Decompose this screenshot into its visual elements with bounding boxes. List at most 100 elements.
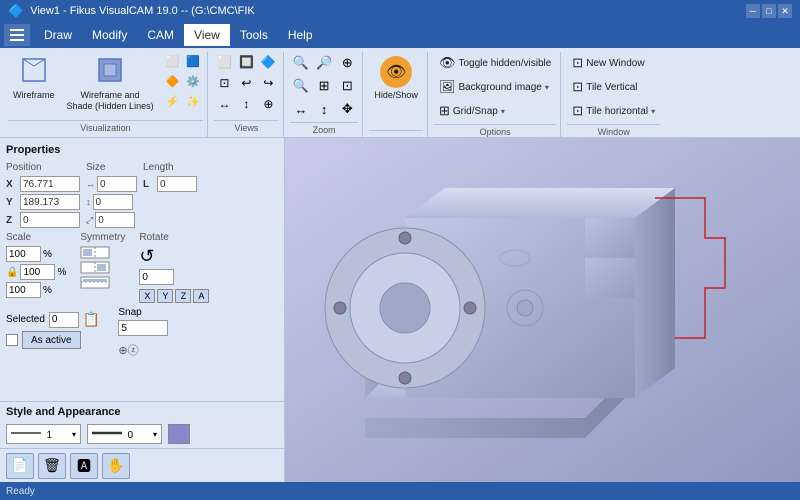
y-rotate-button[interactable]: Y [157, 289, 173, 303]
zoom-btn-1[interactable]: 🔍 [290, 52, 312, 74]
zoom-btn-9[interactable]: ✥ [336, 98, 358, 120]
toggle-hidden-button[interactable]: 👁 Toggle hidden/visible [434, 52, 556, 74]
scale-2-input[interactable] [20, 264, 55, 280]
sym-icon-1[interactable] [80, 246, 125, 259]
text-button[interactable]: 🅰 [70, 453, 98, 479]
new-document-button[interactable]: 📄 [6, 453, 34, 479]
wireframe-button[interactable]: Wireframe [8, 52, 60, 104]
line-style-2-arrow: ▾ [153, 430, 157, 439]
view-btn-8[interactable]: ↕ [236, 94, 257, 114]
clipboard-icon[interactable]: 📋 [83, 311, 100, 328]
scale-1-field: % [6, 246, 66, 262]
size-z-arrow: ⤢ [86, 215, 93, 226]
position-x-input[interactable] [20, 176, 80, 192]
viz-btn-5[interactable]: ⚡ [163, 92, 183, 111]
size-y-input[interactable] [93, 194, 133, 210]
new-window-label: New Window [586, 58, 644, 69]
viz-btn-6[interactable]: ✨ [183, 92, 203, 111]
visualization-content: Wireframe Wireframe andShade (Hidden Lin… [8, 52, 203, 120]
left-panel: Properties Position X Y Z [0, 138, 285, 482]
zoom-label: Zoom [290, 122, 359, 137]
sym-icon-2[interactable] [80, 261, 125, 274]
active-checkbox[interactable] [6, 334, 18, 346]
view-btn-9[interactable]: ⊕ [258, 94, 279, 114]
view-btn-2[interactable]: 🔲 [236, 52, 257, 72]
zoom-btn-4[interactable]: 🔍 [290, 75, 312, 97]
close-button[interactable]: ✕ [778, 4, 792, 18]
tile-horizontal-button[interactable]: ⊡ Tile horizontal ▾ [567, 100, 660, 122]
title-bar: 🔷 View1 - Fikus VisualCAM 19.0 -- (G:\CM… [0, 0, 800, 22]
size-z-input[interactable] [95, 212, 135, 228]
options-label: Options [434, 124, 556, 139]
view-btn-5[interactable]: ↩ [236, 73, 257, 93]
zoom-btn-2[interactable]: 🔎 [313, 52, 335, 74]
menu-cam[interactable]: CAM [137, 24, 184, 46]
zoom-btn-5[interactable]: ⊞ [313, 75, 335, 97]
position-y-input[interactable] [20, 194, 80, 210]
size-col: Size ↔ ↕ ⤢ [86, 162, 137, 228]
menu-view[interactable]: View [184, 24, 230, 46]
viewport[interactable] [285, 138, 800, 482]
size-x-input[interactable] [97, 176, 137, 192]
position-z-input[interactable] [20, 212, 80, 228]
x-axis-label: X [6, 179, 18, 190]
zoom-btn-3[interactable]: ⊕ [336, 52, 358, 74]
snap-input[interactable] [118, 320, 168, 336]
size-x-arrow: ↔ [86, 179, 95, 189]
minimize-button[interactable]: ─ [746, 4, 760, 18]
selected-count-input[interactable] [49, 312, 79, 328]
zoom-btn-6[interactable]: ⊡ [336, 75, 358, 97]
line-style-1-value: 1 [11, 428, 52, 441]
symmetry-col: Symmetry [80, 232, 125, 289]
x-rotate-button[interactable]: X [139, 289, 155, 303]
delete-button[interactable]: 🗑 [38, 453, 66, 479]
rotate-col: Rotate ↺ X Y Z A [139, 232, 209, 303]
rotate-input[interactable] [139, 269, 174, 285]
scale-2-field: 🔒 % [6, 264, 66, 280]
l-axis-label: L [143, 179, 155, 190]
toggle-hidden-icon: 👁 [439, 55, 456, 71]
menu-help[interactable]: Help [278, 24, 323, 46]
zoom-btn-7[interactable]: ↔ [290, 98, 312, 120]
line-style-1-select[interactable]: 1 ▾ [6, 424, 81, 444]
zoom-btn-8[interactable]: ↕ [313, 98, 335, 120]
hideshow-content: 👁 Hide/Show [369, 52, 423, 130]
length-input[interactable] [157, 176, 197, 192]
viz-btn-1[interactable]: ⬜ [163, 52, 183, 71]
grid-snap-button[interactable]: ⊞ Grid/Snap ▾ [434, 100, 510, 122]
as-active-button[interactable]: As active [22, 331, 81, 349]
a-rotate-button[interactable]: A [193, 289, 209, 303]
menu-draw[interactable]: Draw [34, 24, 82, 46]
background-image-label: Background image [458, 82, 541, 93]
hamburger-menu[interactable] [4, 24, 30, 46]
viz-btn-4[interactable]: ⚙️ [183, 72, 203, 91]
new-window-button[interactable]: ⊡ New Window [567, 52, 649, 74]
views-content: ⬜ 🔲 🔷 ⊡ ↩ ↪ ↔ ↕ ⊕ [214, 52, 279, 120]
background-image-button[interactable]: 🖼 Background image ▾ [434, 76, 554, 98]
ribbon-group-window: ⊡ New Window ⊡ Tile Vertical ⊡ Tile hori… [563, 52, 664, 137]
z-rotate-button[interactable]: Z [175, 289, 191, 303]
scale-1-pct: % [43, 249, 52, 260]
maximize-button[interactable]: □ [762, 4, 776, 18]
hide-show-button[interactable]: 👁 Hide/Show [369, 52, 423, 104]
hand-button[interactable]: ✋ [102, 453, 130, 479]
viz-btn-3[interactable]: 🔶 [163, 72, 183, 91]
size-x-field: ↔ [86, 176, 137, 192]
tile-vertical-button[interactable]: ⊡ Tile Vertical [567, 76, 642, 98]
viz-btn-2[interactable]: 🟦 [183, 52, 203, 71]
menu-tools[interactable]: Tools [230, 24, 278, 46]
menu-modify[interactable]: Modify [82, 24, 137, 46]
view-btn-7[interactable]: ↔ [214, 94, 235, 114]
view-btn-1[interactable]: ⬜ [214, 52, 235, 72]
scale-1-input[interactable] [6, 246, 41, 262]
wireframe-shade-button[interactable]: Wireframe andShade (Hidden Lines) [62, 52, 159, 116]
sym-icon-3[interactable] [80, 276, 125, 289]
scale-3-input[interactable] [6, 282, 41, 298]
color-swatch[interactable] [168, 424, 190, 444]
view-btn-4[interactable]: ⊡ [214, 73, 235, 93]
rotate-icon[interactable]: ↺ [139, 246, 209, 267]
position-y-field: Y [6, 194, 80, 210]
view-3d[interactable]: 🔷 [258, 52, 279, 72]
line-style-2-select[interactable]: 0 ▾ [87, 424, 162, 444]
view-btn-6[interactable]: ↪ [258, 73, 279, 93]
